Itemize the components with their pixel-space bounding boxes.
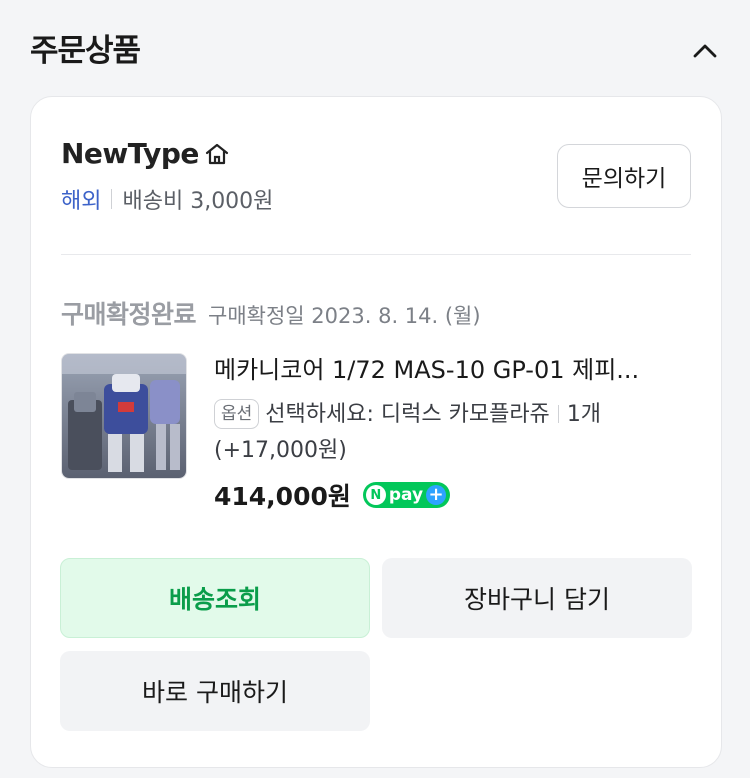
chevron-up-icon — [693, 44, 717, 58]
order-card: NewType 해외 배송비 3,000원 문의하기 구매확정완료 구매확정일 … — [30, 96, 722, 768]
order-items-header: 주문상품 — [30, 28, 722, 74]
product-info: 메카니코어 1/72 MAS-10 GP-01 제피... 옵션 선택하세요: 디… — [214, 353, 694, 513]
add-to-cart-button[interactable]: 장바구니 담기 — [382, 558, 692, 638]
product-name[interactable]: 메카니코어 1/72 MAS-10 GP-01 제피... — [214, 353, 694, 387]
seller-region: 해외 — [61, 189, 102, 214]
home-icon[interactable] — [203, 140, 231, 168]
npay-n-icon: N — [365, 485, 386, 505]
seller-name[interactable]: NewType — [61, 137, 199, 170]
product-thumbnail[interactable] — [61, 353, 187, 479]
product-option: 옵션 선택하세요: 디럭스 카모플라쥬 1개 (+17,000원) — [214, 397, 694, 469]
buy-now-button[interactable]: 바로 구매하기 — [60, 651, 370, 731]
seller-name-row: NewType — [61, 137, 231, 170]
option-text: 선택하세요: 디럭스 카모플라쥬 — [265, 402, 550, 427]
track-delivery-button[interactable]: 배송조회 — [60, 558, 370, 638]
npay-plus-badge: N pay + — [362, 482, 451, 508]
product-price: 414,000원 — [214, 482, 351, 511]
plus-icon: + — [426, 485, 447, 505]
order-status-row: 구매확정완료 구매확정일 2023. 8. 14. (월) — [61, 295, 481, 331]
divider — [61, 254, 691, 255]
shipping-fee: 배송비 3,000원 — [122, 189, 274, 214]
inquiry-button[interactable]: 문의하기 — [557, 144, 691, 208]
confirm-date: 구매확정일 2023. 8. 14. (월) — [208, 304, 481, 328]
meta-divider — [111, 189, 113, 209]
npay-label: pay — [388, 485, 424, 505]
seller-meta: 해외 배송비 3,000원 — [61, 183, 273, 215]
order-status: 구매확정완료 — [61, 300, 197, 329]
price-row: 414,000원 N pay + — [214, 477, 694, 513]
collapse-button[interactable] — [688, 34, 722, 68]
option-badge: 옵션 — [214, 399, 260, 429]
section-title: 주문상품 — [30, 33, 141, 69]
option-divider — [557, 405, 559, 423]
